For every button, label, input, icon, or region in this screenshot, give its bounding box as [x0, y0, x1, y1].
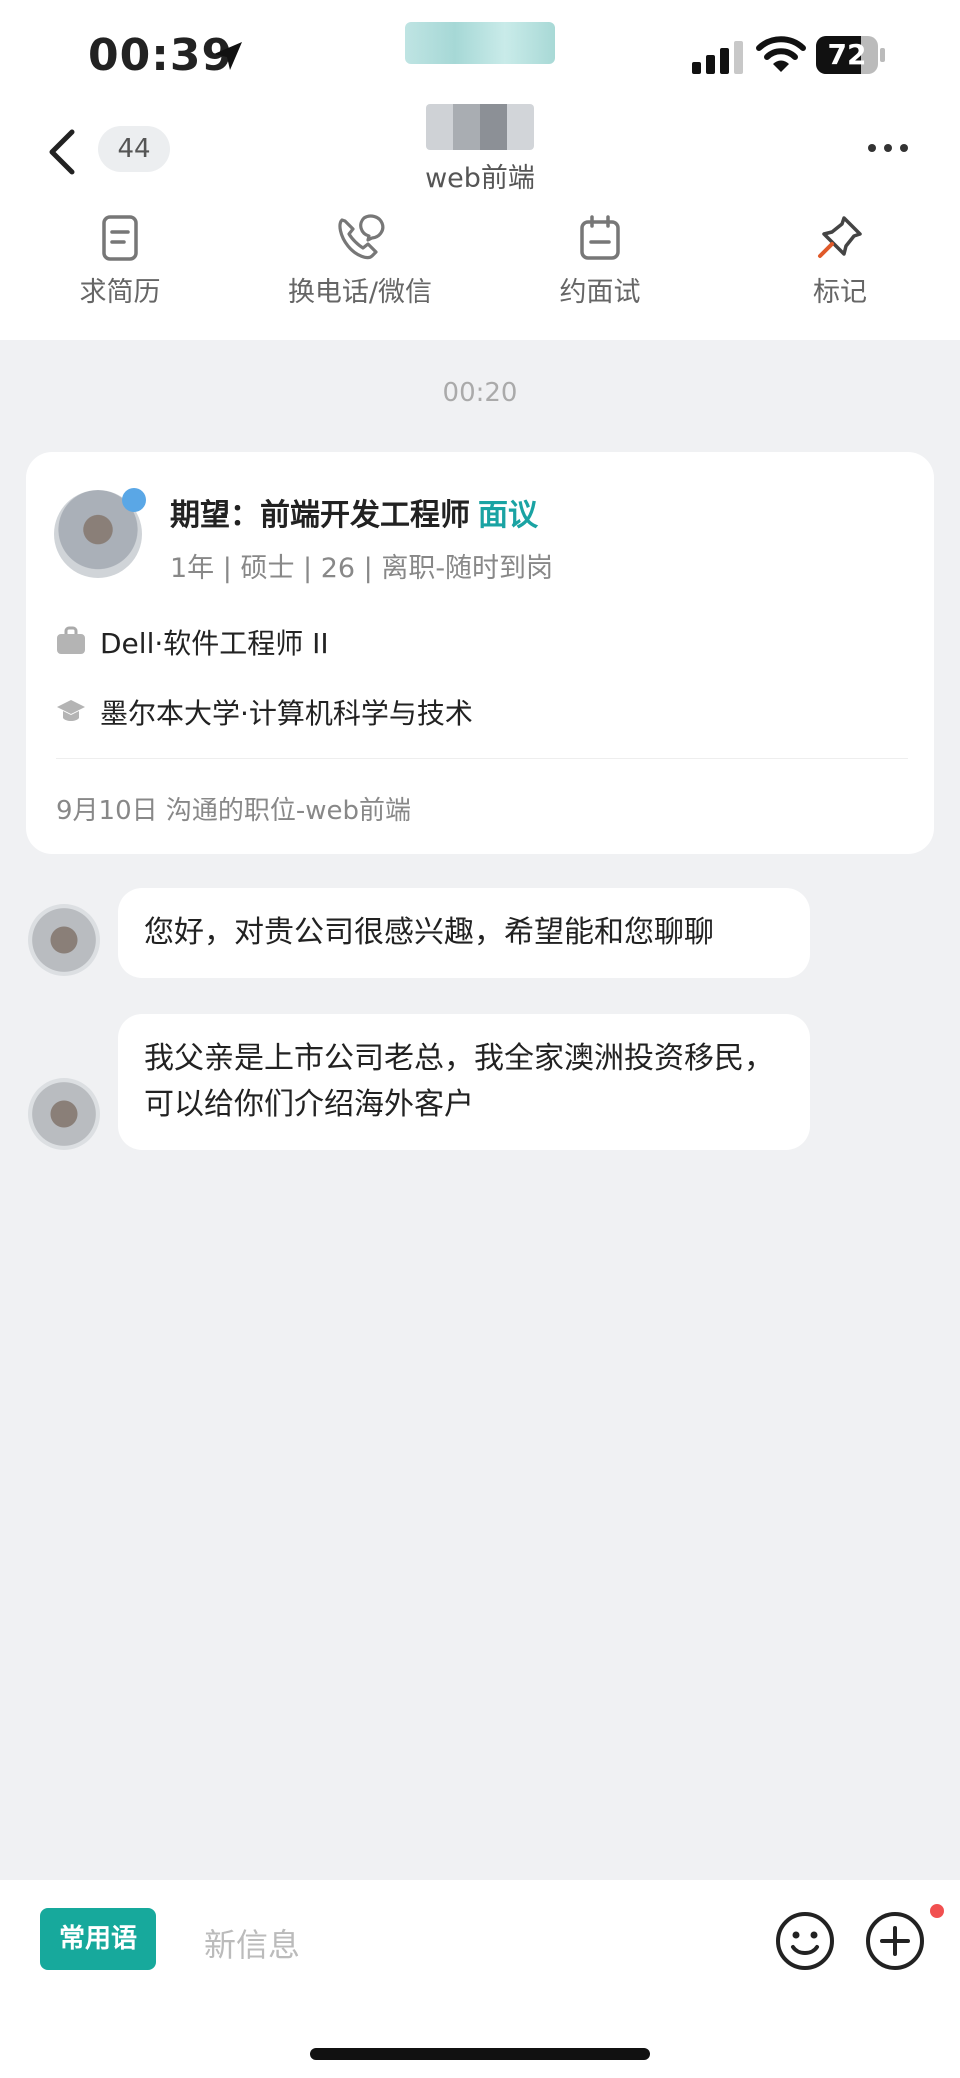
position-subtitle: web前端	[425, 163, 535, 194]
contact-name-blurred	[426, 104, 534, 150]
exchange-phone-wechat-button[interactable]: 换电话/微信	[270, 214, 450, 309]
expected-position-text: 期望：前端开发工程师	[170, 498, 470, 533]
graduation-cap-icon	[57, 700, 85, 721]
location-arrow-icon	[214, 42, 242, 70]
mark-button[interactable]: 标记	[750, 214, 930, 309]
education: 墨尔本大学·计算机科学与技术	[100, 697, 473, 730]
work-experience: Dell·软件工程师 II	[100, 627, 329, 660]
action-label: 求简历	[79, 277, 161, 308]
add-more-icon[interactable]	[864, 1910, 926, 1972]
message-bubble: 我父亲是上市公司老总，我全家澳洲投资移民，可以给你们介绍海外客户	[118, 1014, 810, 1150]
cellular-signal-icon	[692, 41, 743, 74]
card-footer: 9月10日 沟通的职位-web前端	[56, 796, 412, 826]
message-input[interactable]: 新信息	[204, 1920, 300, 1966]
common-phrases-button[interactable]: 常用语	[40, 1908, 156, 1970]
chat-timestamp: 00:20	[442, 378, 518, 408]
resume-icon	[102, 215, 138, 261]
card-divider	[56, 758, 908, 759]
battery-percent: 72	[827, 38, 867, 71]
unread-count-badge[interactable]: 44	[98, 126, 170, 172]
schedule-interview-button[interactable]: 约面试	[510, 214, 690, 309]
emoji-icon[interactable]	[774, 1910, 836, 1972]
briefcase-icon	[57, 626, 85, 654]
wifi-icon	[756, 36, 806, 72]
request-resume-button[interactable]: 求简历	[30, 214, 210, 309]
more-options-icon[interactable]	[866, 140, 910, 156]
action-label: 约面试	[559, 277, 641, 308]
expected-position: 期望：前端开发工程师 面议	[170, 490, 538, 534]
sender-avatar[interactable]	[28, 904, 100, 976]
calendar-icon	[580, 215, 620, 260]
action-label: 标记	[813, 277, 867, 308]
candidate-meta: 1年 | 硕士 | 26 | 离职-随时到岗	[170, 553, 554, 584]
salary-negotiable: 面议	[478, 498, 538, 533]
avatar-status-dot	[122, 488, 146, 512]
sender-avatar[interactable]	[28, 1078, 100, 1150]
action-label: 换电话/微信	[287, 277, 433, 308]
home-indicator[interactable]	[310, 2048, 650, 2060]
back-chevron-icon[interactable]	[40, 126, 84, 178]
notification-dot	[930, 1904, 944, 1918]
phone-wechat-icon	[338, 214, 385, 260]
blurred-status-element	[405, 22, 555, 64]
pin-icon	[818, 216, 862, 258]
message-bubble: 您好，对贵公司很感兴趣，希望能和您聊聊	[118, 888, 810, 978]
battery-icon: 72	[816, 36, 886, 74]
